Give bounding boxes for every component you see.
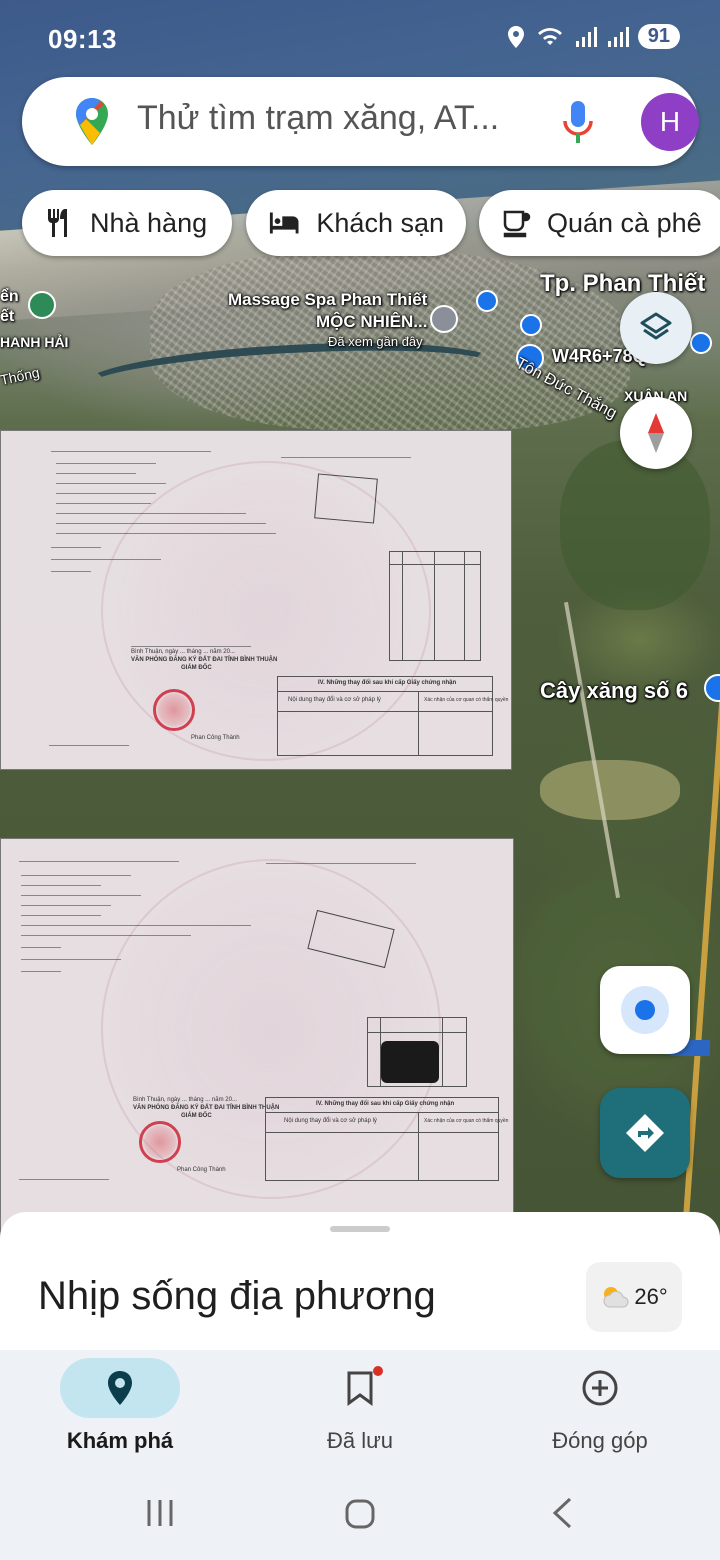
search-input[interactable]: Thử tìm trạm xăng, AT... xyxy=(137,99,499,138)
field-patch xyxy=(560,440,710,610)
sheet1-signer: Phan Công Thành xyxy=(191,735,240,741)
add-circle-icon xyxy=(582,1370,618,1406)
park-marker-icon[interactable] xyxy=(28,291,56,319)
ward-label: HANH HẢI xyxy=(0,334,69,350)
spa-label[interactable]: Massage Spa Phan Thiết xyxy=(228,290,427,310)
sheet1-director: GIÁM ĐỐC xyxy=(181,665,212,671)
spa-sublabel: Đã xem gần đây xyxy=(328,334,423,349)
battery-level: 91 xyxy=(637,24,680,49)
coordinate-table xyxy=(389,551,481,661)
microphone-icon[interactable] xyxy=(560,99,596,147)
left-label-bottom: ết xyxy=(0,308,15,325)
bus-stop-icon[interactable] xyxy=(690,332,712,354)
changes-table: IV. Những thay đổi sau khi cấp Giấy chứn… xyxy=(277,676,508,756)
hotel-icon xyxy=(269,212,299,234)
changes-table: IV. Những thay đổi sau khi cấp Giấy chứn… xyxy=(265,1097,508,1181)
sheet2-director: GIÁM ĐỐC xyxy=(181,1113,212,1119)
layers-button[interactable] xyxy=(620,292,692,364)
signal-icon xyxy=(575,26,597,47)
land-plot-sketch xyxy=(314,473,378,524)
sheet1-date: Bình Thuận, ngày ... tháng ... năm 20... xyxy=(131,649,235,655)
location-status-icon xyxy=(507,25,524,48)
sheet1-office: VĂN PHÒNG ĐĂNG KÝ ĐẤT ĐAI TỈNH BÌNH THUẬ… xyxy=(131,657,278,663)
chip-label: Quán cà phê xyxy=(547,207,702,238)
compass-icon xyxy=(648,413,664,453)
user-avatar[interactable]: H xyxy=(641,93,699,151)
signal-icon-2 xyxy=(607,26,629,47)
status-time: 09:13 xyxy=(48,24,117,54)
directions-button[interactable] xyxy=(600,1088,690,1178)
redaction-block xyxy=(381,1041,439,1083)
sheet2-office: VĂN PHÒNG ĐĂNG KÝ ĐẤT ĐAI TỈNH BÌNH THUẬ… xyxy=(133,1105,280,1111)
chip-hotels[interactable]: Khách sạn xyxy=(246,190,466,256)
gas-marker-icon[interactable] xyxy=(704,674,720,702)
restaurant-icon xyxy=(48,209,67,237)
bus-stop-icon[interactable] xyxy=(520,314,542,336)
explore-pin-icon xyxy=(108,1371,132,1405)
my-location-icon xyxy=(621,986,669,1034)
field-patch xyxy=(540,760,680,820)
street-label-left: Thống xyxy=(0,364,41,388)
system-navigation xyxy=(0,1488,720,1538)
red-stamp-icon xyxy=(153,689,195,731)
sheet1-table-header-right: Xác nhận của cơ quan có thẩm quyền xyxy=(424,697,509,703)
minor-road xyxy=(563,601,621,899)
land-certificate-page-2: Bình Thuận, ngày ... tháng ... năm 20...… xyxy=(0,838,514,1242)
sheet1-table-title: IV. Những thay đổi sau khi cấp Giấy chứn… xyxy=(318,680,457,686)
chip-coffee[interactable]: Quán cà phê xyxy=(479,190,720,256)
bus-stop-icon[interactable] xyxy=(476,290,498,312)
bookmark-icon xyxy=(347,1371,373,1406)
chip-restaurants[interactable]: Nhà hàng xyxy=(22,190,232,256)
sheet2-table-title: IV. Những thay đổi sau khi cấp Giấy chứn… xyxy=(316,1101,455,1107)
compass-button[interactable] xyxy=(620,397,692,469)
red-stamp-icon xyxy=(139,1121,181,1163)
sheet2-signer: Phan Công Thành xyxy=(177,1167,226,1173)
nav-saved[interactable]: Đã lưu xyxy=(270,1358,450,1454)
notification-dot xyxy=(373,1366,383,1376)
nav-explore[interactable]: Khám phá xyxy=(30,1358,210,1454)
wifi-icon xyxy=(537,27,562,45)
chip-label: Khách sạn xyxy=(316,207,444,238)
nav-label: Đã lưu xyxy=(326,1428,394,1453)
weather-chip[interactable]: 26° xyxy=(586,1262,682,1332)
my-location-button[interactable] xyxy=(600,966,690,1054)
back-icon[interactable] xyxy=(550,1496,574,1530)
sheet2-date: Bình Thuận, ngày ... tháng ... năm 20... xyxy=(133,1097,237,1103)
maps-logo-icon xyxy=(76,98,108,145)
temperature: 26° xyxy=(634,1284,668,1309)
directions-icon xyxy=(626,1114,664,1152)
nav-contribute[interactable]: Đóng góp xyxy=(510,1358,690,1454)
home-icon[interactable] xyxy=(344,1498,376,1530)
chip-label: Nhà hàng xyxy=(90,207,208,238)
layers-icon xyxy=(640,312,672,340)
spa-marker-icon[interactable] xyxy=(430,305,458,333)
recent-apps-icon[interactable] xyxy=(145,1498,175,1528)
sheet2-table-header-left: Nội dung thay đổi và cơ sở pháp lý xyxy=(284,1118,377,1124)
partly-cloudy-icon xyxy=(603,1287,629,1308)
gas-station-label[interactable]: Cây xăng số 6 xyxy=(540,678,688,704)
drag-handle[interactable] xyxy=(330,1226,390,1232)
sheet-title: Nhịp sống địa phương xyxy=(38,1274,436,1318)
bottom-sheet[interactable]: Nhịp sống địa phương 26° xyxy=(0,1212,720,1352)
left-label-top: ển xyxy=(0,288,19,305)
city-label[interactable]: Tp. Phan Thiết xyxy=(540,270,705,298)
land-certificate-page-1: Bình Thuận, ngày ... tháng ... năm 20...… xyxy=(0,430,512,770)
sheet2-table-header-right: Xác nhận của cơ quan có thẩm quyền xyxy=(424,1118,509,1124)
nav-label: Khám phá xyxy=(66,1428,174,1453)
coffee-icon xyxy=(503,210,531,238)
search-bar[interactable]: Thử tìm trạm xăng, AT... H xyxy=(22,77,699,166)
status-bar: 09:13 91 xyxy=(0,0,720,80)
spa-label-line2[interactable]: MỘC NHIÊN... xyxy=(316,312,427,332)
nav-label: Đóng góp xyxy=(552,1428,648,1453)
status-icons: 91 xyxy=(506,24,680,49)
sheet1-table-header-left: Nội dung thay đổi và cơ sở pháp lý xyxy=(288,697,381,703)
